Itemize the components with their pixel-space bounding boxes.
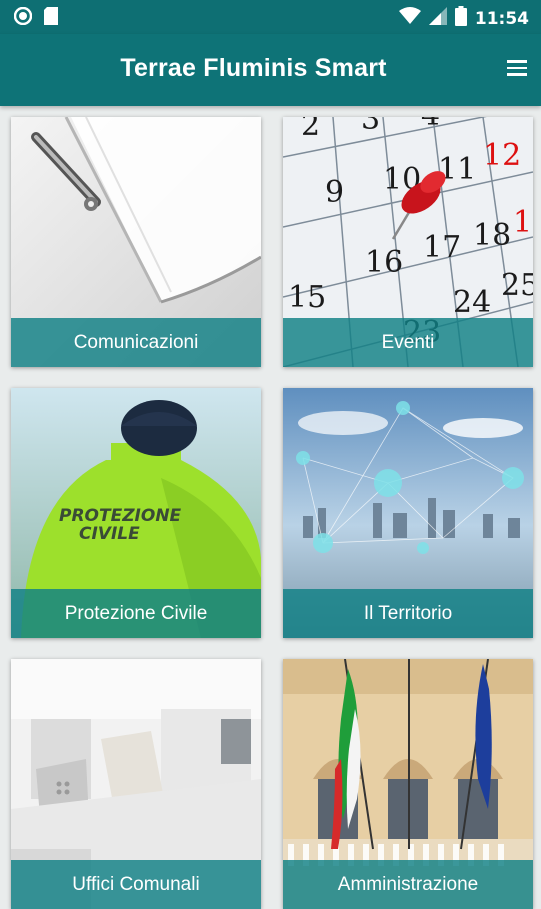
tile-label: Il Territorio [283, 589, 533, 638]
tile-label: Protezione Civile [11, 589, 261, 638]
tile-grid: Comunicazioni 2 3 4 9 10 11 12 16 17 18 … [0, 106, 541, 909]
clock: 11:54 [474, 8, 529, 29]
wifi-icon [398, 7, 421, 30]
calendar-number: 2 [301, 117, 320, 143]
calendar-number: 9 [325, 175, 344, 210]
status-bar: 11:54 [0, 0, 541, 34]
tile-uffici-comunali[interactable]: Uffici Comunali [11, 659, 261, 909]
tile-label: Eventi [283, 318, 533, 367]
calendar-number: 4 [421, 117, 440, 133]
signal-icon [428, 7, 447, 30]
app-bar: Terrae Fluminis Smart [0, 34, 541, 106]
tile-eventi[interactable]: 2 3 4 9 10 11 12 16 17 18 19 15 24 25 23 [283, 117, 533, 367]
calendar-number: 15 [288, 280, 326, 315]
calendar-number: 24 [453, 285, 491, 320]
calendar-number: 18 [473, 218, 511, 253]
tile-il-territorio[interactable]: Il Territorio [283, 388, 533, 638]
battery-icon [454, 6, 467, 31]
calendar-number: 3 [361, 117, 380, 137]
calendar-number: 25 [501, 268, 533, 303]
sd-card-icon [44, 7, 58, 30]
tile-label: Uffici Comunali [11, 860, 261, 909]
tile-protezione-civile[interactable]: PROTEZIONE CIVILE Protezione Civile [11, 388, 261, 638]
app-title: Terrae Fluminis Smart [120, 54, 387, 82]
calendar-number: 12 [483, 138, 521, 173]
tile-label: Comunicazioni [11, 318, 261, 367]
notification-dot-icon [13, 6, 33, 30]
calendar-number: 16 [365, 245, 403, 280]
jacket-text: PROTEZIONE [59, 506, 182, 526]
calendar-number: 19 [513, 205, 533, 240]
tile-comunicazioni[interactable]: Comunicazioni [11, 117, 261, 367]
hamburger-menu-icon[interactable] [507, 60, 527, 80]
jacket-text: CIVILE [79, 524, 140, 544]
tile-label: Amministrazione [283, 860, 533, 909]
tile-amministrazione[interactable]: Amministrazione [283, 659, 533, 909]
calendar-number: 17 [423, 230, 461, 265]
